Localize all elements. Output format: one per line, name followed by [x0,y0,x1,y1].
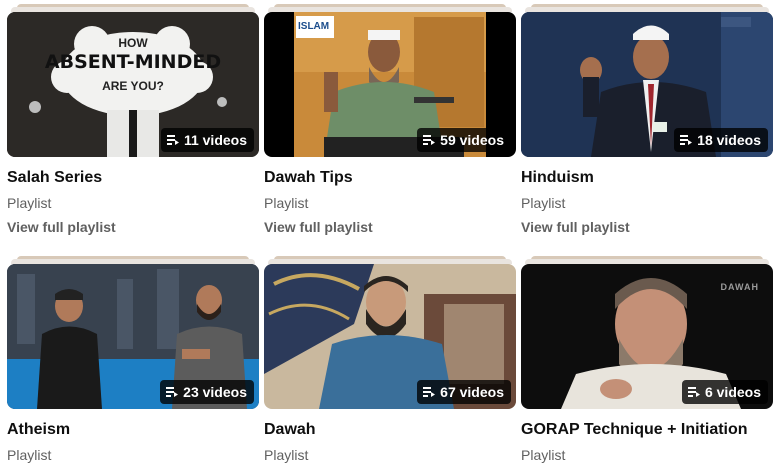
playlist-thumbnail[interactable]: 67 videos [264,264,516,409]
video-count-badge: 67 videos [417,380,511,404]
video-count-badge: 6 videos [681,380,768,404]
playlist-thumbnail[interactable]: HOW ABSENT-MINDED ARE YOU? 11 videos [7,12,259,157]
video-count-badge: 18 videos [674,128,768,152]
video-count: 59 videos [440,132,504,148]
playlist-title[interactable]: Salah Series [7,169,102,187]
video-count-badge: 59 videos [417,128,511,152]
thumb-logo-islam: ISLAM [298,21,330,32]
playlist-icon [423,387,436,397]
playlist-icon [687,387,700,397]
playlist-title[interactable]: Atheism [7,421,70,439]
video-count-badge: 11 videos [160,128,254,152]
playlist-subtitle: Playlist [521,195,566,211]
video-count: 18 videos [697,132,761,148]
view-full-playlist-link[interactable]: View full playlist [264,219,373,235]
thumb-text-are-you: ARE YOU? [102,79,164,93]
video-count: 6 videos [704,384,761,400]
playlist-icon [680,135,693,145]
playlist-thumbnail[interactable]: DAWAH 6 videos [521,264,773,409]
playlist-subtitle: Playlist [521,447,566,463]
view-full-playlist-link[interactable]: View full playlist [7,219,116,235]
playlist-subtitle: Playlist [264,447,309,463]
playlist-title[interactable]: Dawah Tips [264,169,353,187]
video-count: 67 videos [440,384,504,400]
playlist-title[interactable]: Dawah [264,421,316,439]
thumb-watermark-dawah: DAWAH [720,282,759,292]
playlist-subtitle: Playlist [264,195,309,211]
video-count: 11 videos [183,132,247,148]
video-count: 23 videos [183,384,247,400]
playlist-thumbnail[interactable]: 18 videos [521,12,773,157]
playlist-thumbnail[interactable]: 23 videos [7,264,259,409]
playlist-subtitle: Playlist [7,447,52,463]
playlist-icon [166,135,179,145]
view-full-playlist-link[interactable]: View full playlist [521,219,630,235]
playlist-icon [166,387,179,397]
playlist-title[interactable]: Hinduism [521,169,594,187]
playlist-icon [423,135,436,145]
thumb-text-how: HOW [118,36,148,50]
playlist-thumbnail[interactable]: ISLAM 59 videos [264,12,516,157]
thumb-text-absent-minded: ABSENT-MINDED [44,51,222,73]
video-count-badge: 23 videos [160,380,254,404]
playlist-title[interactable]: GORAP Technique + Initiation [521,421,748,439]
playlist-subtitle: Playlist [7,195,52,211]
